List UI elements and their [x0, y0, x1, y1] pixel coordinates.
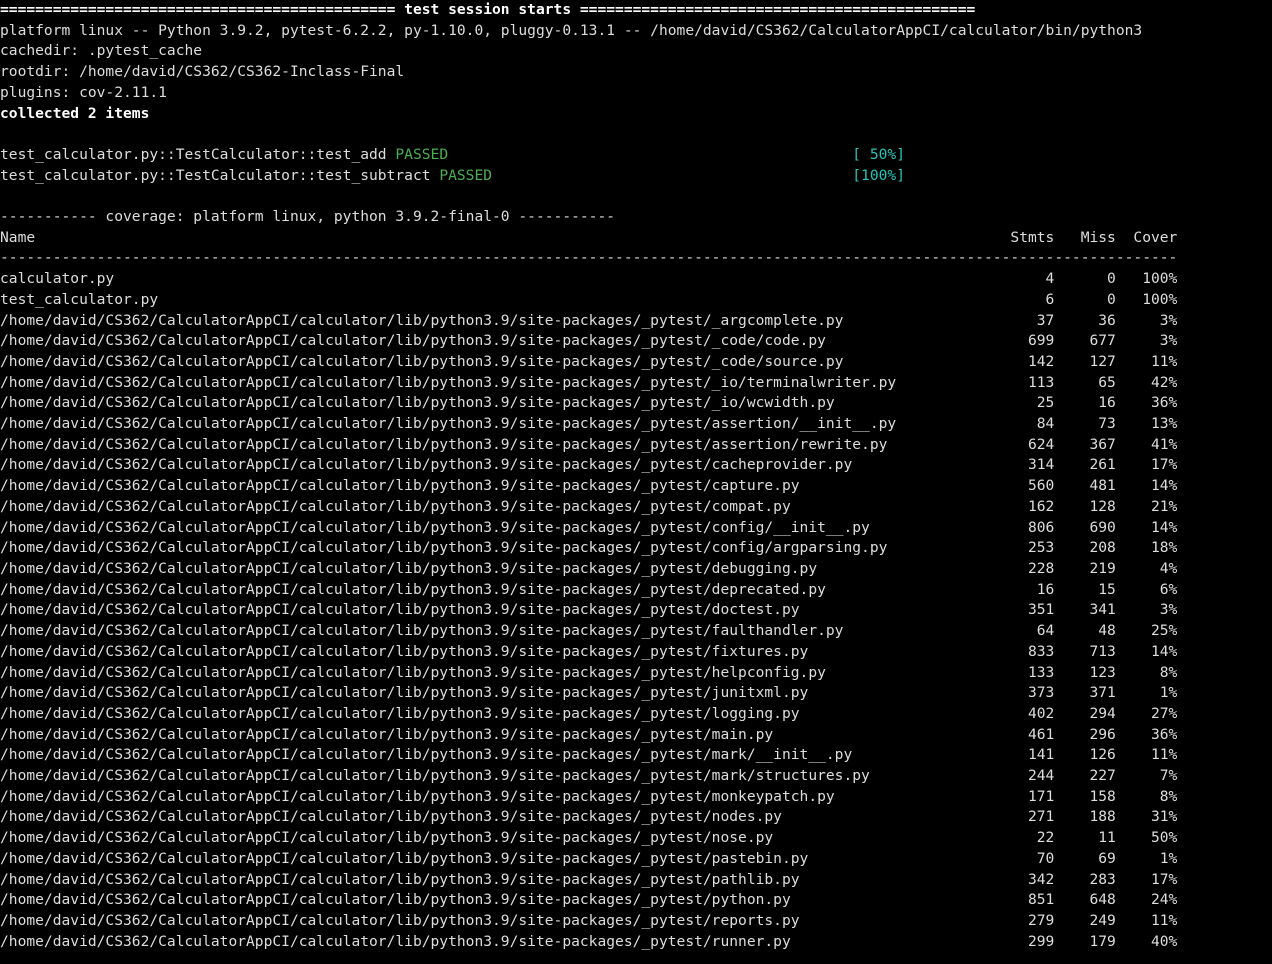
- coverage-row: /home/david/CS362/CalculatorAppCI/calcul…: [0, 788, 1177, 805]
- rootdir-line: rootdir: /home/david/CS362/CS362-Inclass…: [0, 63, 404, 80]
- coverage-row: /home/david/CS362/CalculatorAppCI/calcul…: [0, 808, 1177, 825]
- plugins-line: plugins: cov-2.11.1: [0, 84, 167, 101]
- coverage-row: /home/david/CS362/CalculatorAppCI/calcul…: [0, 560, 1177, 577]
- test-status: PASSED: [439, 167, 492, 184]
- coverage-row: /home/david/CS362/CalculatorAppCI/calcul…: [0, 746, 1177, 763]
- cachedir-line: cachedir: .pytest_cache: [0, 42, 202, 59]
- platform-line: platform linux -- Python 3.9.2, pytest-6…: [0, 22, 1142, 39]
- coverage-row: /home/david/CS362/CalculatorAppCI/calcul…: [0, 684, 1177, 701]
- coverage-banner: ----------- coverage: platform linux, py…: [0, 208, 615, 225]
- coverage-row: /home/david/CS362/CalculatorAppCI/calcul…: [0, 601, 1177, 618]
- coverage-row: /home/david/CS362/CalculatorAppCI/calcul…: [0, 643, 1177, 660]
- test-progress: [ 50%]: [852, 146, 905, 163]
- coverage-row: /home/david/CS362/CalculatorAppCI/calcul…: [0, 581, 1177, 598]
- coverage-row: /home/david/CS362/CalculatorAppCI/calcul…: [0, 767, 1177, 784]
- coverage-row: /home/david/CS362/CalculatorAppCI/calcul…: [0, 912, 1177, 929]
- coverage-row: /home/david/CS362/CalculatorAppCI/calcul…: [0, 829, 1177, 846]
- coverage-row: /home/david/CS362/CalculatorAppCI/calcul…: [0, 705, 1177, 722]
- test-progress: [100%]: [852, 167, 905, 184]
- coverage-row: /home/david/CS362/CalculatorAppCI/calcul…: [0, 933, 1177, 950]
- coverage-row: /home/david/CS362/CalculatorAppCI/calcul…: [0, 871, 1177, 888]
- coverage-row: calculator.py 4 0 100%: [0, 270, 1177, 287]
- test-name: test_calculator.py::TestCalculator::test…: [0, 167, 439, 184]
- coverage-row: /home/david/CS362/CalculatorAppCI/calcul…: [0, 332, 1177, 349]
- coverage-row: /home/david/CS362/CalculatorAppCI/calcul…: [0, 415, 1177, 432]
- coverage-row: /home/david/CS362/CalculatorAppCI/calcul…: [0, 519, 1177, 536]
- coverage-row: /home/david/CS362/CalculatorAppCI/calcul…: [0, 622, 1177, 639]
- test-status: PASSED: [395, 146, 448, 163]
- coverage-row: /home/david/CS362/CalculatorAppCI/calcul…: [0, 394, 1177, 411]
- coverage-header: Name Stmts Miss Cover: [0, 229, 1177, 246]
- test-result-line: test_calculator.py::TestCalculator::test…: [0, 146, 905, 163]
- coverage-row: /home/david/CS362/CalculatorAppCI/calcul…: [0, 664, 1177, 681]
- coverage-row: /home/david/CS362/CalculatorAppCI/calcul…: [0, 850, 1177, 867]
- test-name: test_calculator.py::TestCalculator::test…: [0, 146, 395, 163]
- coverage-row: /home/david/CS362/CalculatorAppCI/calcul…: [0, 436, 1177, 453]
- coverage-row: /home/david/CS362/CalculatorAppCI/calcul…: [0, 312, 1177, 329]
- terminal-output: ========================================…: [0, 0, 1272, 952]
- coverage-row: /home/david/CS362/CalculatorAppCI/calcul…: [0, 726, 1177, 743]
- coverage-row: test_calculator.py 6 0 100%: [0, 291, 1177, 308]
- session-start-line: ========================================…: [0, 1, 975, 18]
- coverage-row: /home/david/CS362/CalculatorAppCI/calcul…: [0, 539, 1177, 556]
- coverage-divider: ----------------------------------------…: [0, 249, 1177, 266]
- coverage-row: /home/david/CS362/CalculatorAppCI/calcul…: [0, 353, 1177, 370]
- test-result-line: test_calculator.py::TestCalculator::test…: [0, 167, 905, 184]
- coverage-row: /home/david/CS362/CalculatorAppCI/calcul…: [0, 891, 1177, 908]
- coverage-row: /home/david/CS362/CalculatorAppCI/calcul…: [0, 374, 1177, 391]
- coverage-row: /home/david/CS362/CalculatorAppCI/calcul…: [0, 498, 1177, 515]
- coverage-row: /home/david/CS362/CalculatorAppCI/calcul…: [0, 477, 1177, 494]
- coverage-row: /home/david/CS362/CalculatorAppCI/calcul…: [0, 456, 1177, 473]
- collected-line: collected 2 items: [0, 105, 149, 122]
